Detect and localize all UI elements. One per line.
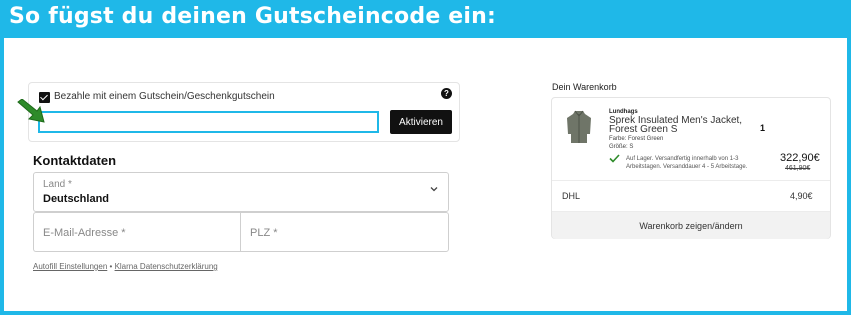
country-value: Deutschland bbox=[43, 193, 110, 205]
product-color: Farbe: Forest Green bbox=[609, 136, 664, 142]
cart-summary: Lundhags Sprek Insulated Men's Jacket, F… bbox=[551, 97, 831, 239]
chevron-down-icon bbox=[430, 187, 438, 192]
klarna-privacy-link[interactable]: Klarna Datenschutzerklärung bbox=[115, 262, 218, 271]
email-field[interactable]: E-Mail-Adresse * bbox=[33, 212, 241, 252]
stock-status: Auf Lager. Versandfertig innerhalb von 1… bbox=[626, 156, 748, 170]
country-select[interactable]: Land * Deutschland bbox=[33, 172, 449, 212]
cart-title: Dein Warenkorb bbox=[552, 82, 617, 92]
product-size: Größe: S bbox=[609, 144, 634, 150]
shipping-row: DHL 4,90€ bbox=[552, 180, 830, 211]
voucher-checkbox-label: Bezahle mit einem Gutschein/Geschenkguts… bbox=[54, 91, 275, 102]
footer-separator: • bbox=[109, 262, 113, 271]
product-quantity: 1 bbox=[760, 123, 766, 133]
edit-cart-button[interactable]: Warenkorb zeigen/ändern bbox=[552, 211, 830, 239]
shipping-price: 4,90€ bbox=[790, 191, 813, 201]
product-old-price: 461,90€ bbox=[785, 165, 811, 172]
footer-links: Autofill Einstellungen • Klarna Datensch… bbox=[33, 262, 218, 271]
plz-field[interactable]: PLZ * bbox=[240, 212, 449, 252]
country-label: Land * bbox=[43, 179, 72, 190]
green-arrow-icon bbox=[17, 99, 45, 123]
activate-button[interactable]: Aktivieren bbox=[390, 110, 452, 134]
checkout-page: Bezahle mit einem Gutschein/Geschenkguts… bbox=[4, 38, 847, 311]
shipping-name: DHL bbox=[562, 191, 581, 201]
banner: So fügst du deinen Gutscheincode ein: bbox=[0, 0, 851, 38]
contact-title: Kontaktdaten bbox=[33, 153, 117, 168]
check-icon bbox=[609, 154, 620, 163]
question-circle-icon[interactable]: ? bbox=[441, 88, 452, 99]
jacket-thumbnail bbox=[567, 110, 591, 143]
banner-title: So fügst du deinen Gutscheincode ein: bbox=[9, 4, 497, 29]
product-price: 322,90€ bbox=[780, 152, 820, 164]
voucher-code-input[interactable] bbox=[38, 111, 379, 133]
email-placeholder: E-Mail-Adresse * bbox=[43, 227, 126, 239]
autofill-settings-link[interactable]: Autofill Einstellungen bbox=[33, 262, 107, 271]
plz-placeholder: PLZ * bbox=[250, 227, 278, 239]
voucher-section: Bezahle mit einem Gutschein/Geschenkguts… bbox=[28, 82, 460, 142]
product-name: Sprek Insulated Men's Jacket, Forest Gre… bbox=[609, 115, 743, 135]
